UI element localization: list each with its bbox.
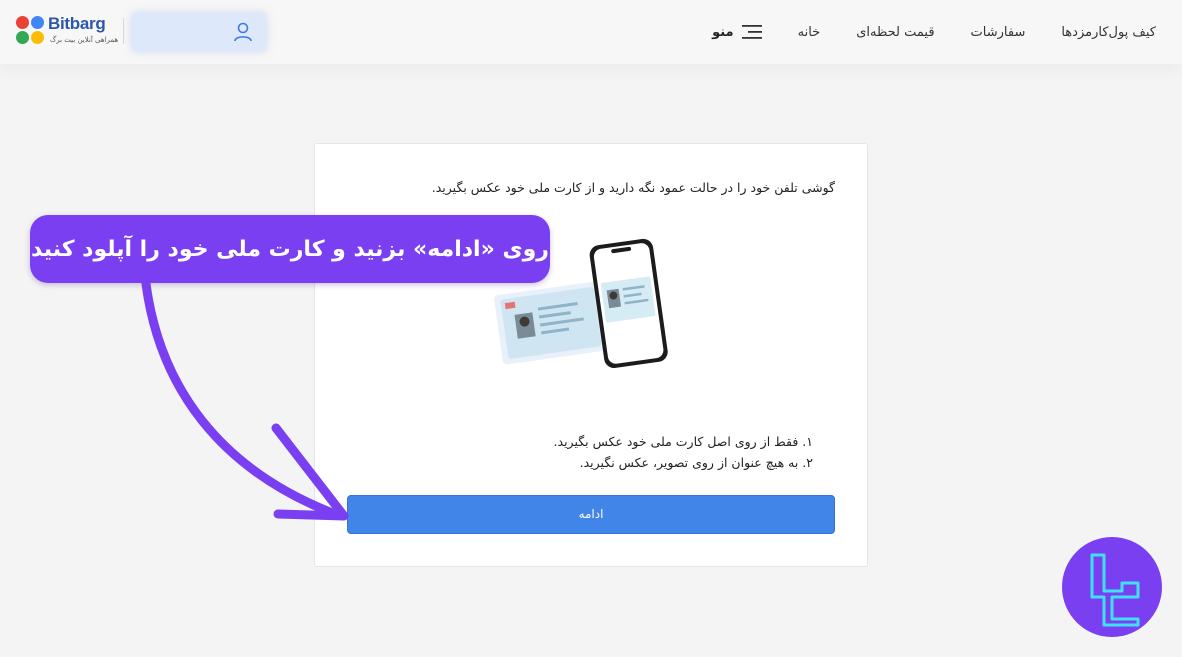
header-divider xyxy=(123,18,124,44)
nav-home[interactable]: خانه xyxy=(798,25,821,40)
continue-button[interactable]: ادامه xyxy=(347,495,835,534)
rule-item: ۲. به هیچ عنوان از روی تصویر، عکس نگیرید… xyxy=(579,455,813,470)
brand-badge-icon xyxy=(1062,537,1162,637)
top-header: Bitbarg همراهی آنلاین بیت برگ منو خانه ق… xyxy=(0,0,1182,64)
hamburger-menu-icon xyxy=(741,25,762,39)
instruction-text: گوشی تلفن خود را در حالت عمود نگه دارید … xyxy=(431,180,835,195)
logo-tagline: همراهی آنلاین بیت برگ xyxy=(50,36,119,44)
nav-live-price[interactable]: قیمت لحظه‌ای xyxy=(856,25,934,40)
logo-dots-icon xyxy=(16,16,46,46)
arrow-pointer xyxy=(141,279,349,521)
bitbarg-logo[interactable]: Bitbarg همراهی آنلاین بیت برگ xyxy=(16,14,124,50)
tutorial-callout: روی «ادامه» بزنید و کارت ملی خود را آپلو… xyxy=(30,215,550,283)
callout-text: روی «ادامه» بزنید و کارت ملی خود را آپلو… xyxy=(31,236,549,262)
id-upload-card: گوشی تلفن خود را در حالت عمود نگه دارید … xyxy=(314,143,868,567)
nav-fees[interactable]: کارمزدها xyxy=(1061,25,1108,40)
menu-label: منو xyxy=(712,24,734,40)
nav-wallet[interactable]: کیف پول xyxy=(1109,25,1156,40)
logo-word: Bitbarg xyxy=(48,14,106,33)
main-nav: منو خانه قیمت لحظه‌ای سفارشات کارمزدها ک… xyxy=(676,20,1156,44)
menu-toggle[interactable]: منو xyxy=(712,24,762,40)
rule-item: ۱. فقط از روی اصل کارت ملی خود عکس بگیری… xyxy=(553,434,813,449)
profile-button[interactable] xyxy=(132,13,266,51)
nav-orders[interactable]: سفارشات xyxy=(971,25,1026,40)
rules-list: ۱. فقط از روی اصل کارت ملی خود عکس بگیری… xyxy=(554,431,813,473)
user-icon xyxy=(234,22,252,42)
